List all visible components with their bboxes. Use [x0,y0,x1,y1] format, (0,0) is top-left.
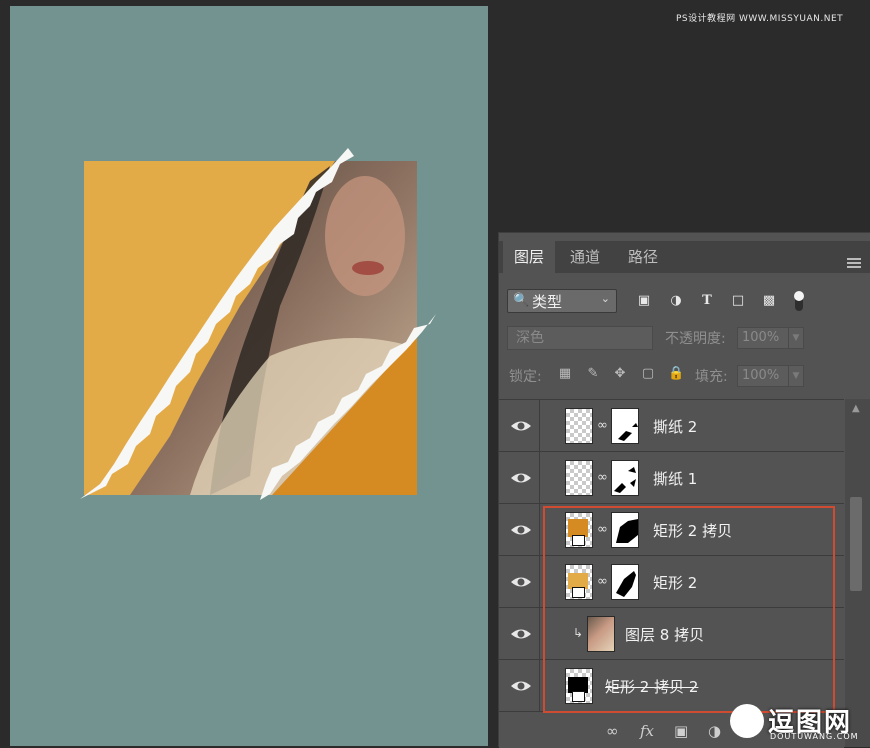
lock-artboard-icon[interactable]: ▢ [640,366,656,382]
layer-thumbnail[interactable] [565,564,593,600]
eye-column-divider [539,504,540,555]
filter-type-select[interactable]: 🔍 类型 ⌄ [507,289,617,313]
shape-layer-icon [572,691,585,702]
layer-name[interactable]: 图层 8 拷贝 [625,624,704,645]
layer-mask-thumbnail[interactable] [611,460,639,496]
layer-row[interactable]: ∞ 撕纸 2 [499,400,844,452]
eye-icon[interactable] [510,469,532,487]
document-canvas[interactable] [10,6,488,746]
shape-layer-icon [572,587,585,598]
scroll-up-icon[interactable]: ▲ [852,403,860,414]
chevron-down-icon: ⌄ [600,292,610,305]
eye-icon[interactable] [510,573,532,591]
watermark-logo-icon [730,704,764,738]
opacity-input[interactable]: 100% [737,327,789,349]
lock-position-icon[interactable]: ✥ [612,366,628,382]
layer-row[interactable]: ∞ 矩形 2 [499,556,844,608]
layer-thumbnail[interactable] [565,512,593,548]
eye-icon[interactable] [510,677,532,695]
eye-column-divider [539,452,540,503]
layer-thumbnail[interactable] [565,408,593,444]
watermark-subtitle: DOUTUWANG.COM [770,732,859,741]
search-icon: 🔍 [513,293,530,308]
link-icon[interactable]: ∞ [597,573,608,591]
eye-column-divider [539,400,540,451]
lock-all-icon[interactable]: 🔒 [668,366,684,382]
panel-menu-icon[interactable] [847,258,861,268]
fill-input[interactable]: 100% [737,365,789,387]
layer-name[interactable]: 矩形 2 拷贝 2 [605,676,698,697]
lips [352,261,384,275]
lock-transparent-icon[interactable]: ▦ [557,366,573,382]
filter-type-label: 类型 [532,293,563,311]
mask-shape [614,467,636,493]
adjustment-filter-icon[interactable]: ◑ [667,292,685,310]
eye-icon[interactable] [510,417,532,435]
layer-name[interactable]: 矩形 2 拷贝 [653,520,732,541]
layer-thumbnail[interactable] [565,668,593,704]
adjustment-layer-icon[interactable]: ◑ [708,722,721,740]
face [325,176,405,296]
link-icon[interactable]: ∞ [597,417,608,435]
filter-toggle[interactable] [794,291,804,311]
layer-list-scrollbar[interactable]: ▲ [845,399,870,747]
filter-row: 🔍 类型 ⌄ ▣ ◑ T □ ▩ [499,283,870,317]
clipping-mask-icon: ↳ [573,626,584,640]
panel-tabbar: 图层 通道 路径 [499,241,870,273]
eye-column-divider [539,660,540,711]
layer-thumbnail[interactable] [565,460,593,496]
mask-shape [616,519,638,543]
fill-label: 填充: [695,369,728,385]
eye-icon[interactable] [510,521,532,539]
layer-list: ∞ 撕纸 2 ∞ 撕纸 1 ∞ 矩形 2 拷贝 ∞ 矩形 2 ↳ 图层 8 拷贝… [499,399,844,748]
eye-column-divider [539,608,540,659]
scroll-thumb[interactable] [850,497,862,591]
lock-label: 锁定: [509,369,542,385]
artwork [80,148,436,500]
layer-name[interactable]: 矩形 2 [653,572,697,593]
blend-mode-select[interactable]: 深色 [507,326,653,350]
shape-layer-icon [572,535,585,546]
fill-dropdown[interactable]: ▼ [788,365,804,387]
mask-shape [616,571,636,597]
opacity-label: 不透明度: [665,331,726,347]
layers-panel: 图层 通道 路径 🔍 类型 ⌄ ▣ ◑ T □ ▩ 深色 不透明度: 100% … [498,232,870,748]
layer-row[interactable]: ↳ 图层 8 拷贝 [499,608,844,660]
lock-row: 锁定: ▦ ✎ ✥ ▢ 🔒 填充: 100% ▼ [499,361,870,391]
layer-row[interactable]: ∞ 矩形 2 拷贝 [499,504,844,556]
watermark-text: PS设计教程网 WWW.MISSYUAN.NET [676,14,844,24]
layer-mask-thumbnail[interactable] [611,408,639,444]
blend-row: 深色 不透明度: 100% ▼ [499,323,870,353]
eye-column-divider [539,556,540,607]
tab-channels[interactable]: 通道 [557,241,613,273]
tab-paths[interactable]: 路径 [615,241,671,273]
layer-row[interactable]: ∞ 撕纸 1 [499,452,844,504]
shape-filter-icon[interactable]: □ [729,292,747,310]
layer-name[interactable]: 撕纸 1 [653,468,697,489]
type-filter-icon[interactable]: T [698,292,716,310]
image-filter-icon[interactable]: ▣ [635,292,653,310]
layer-mask-thumbnail[interactable] [611,512,639,548]
lock-paint-icon[interactable]: ✎ [585,366,601,382]
link-icon[interactable]: ∞ [597,521,608,539]
smart-object-filter-icon[interactable]: ▩ [760,292,778,310]
watermark-badge: 逗图网 DOUTUWANG.COM [726,700,866,746]
tab-layers[interactable]: 图层 [503,241,555,273]
layer-thumbnail[interactable] [587,616,615,652]
layer-name[interactable]: 撕纸 2 [653,416,697,437]
eye-icon[interactable] [510,625,532,643]
opacity-dropdown[interactable]: ▼ [788,327,804,349]
fx-icon[interactable]: fx [640,722,654,740]
mask-shape [618,423,638,441]
link-layers-icon[interactable]: ∞ [606,722,619,740]
add-mask-icon[interactable]: ▣ [674,722,688,740]
layer-mask-thumbnail[interactable] [611,564,639,600]
link-icon[interactable]: ∞ [597,469,608,487]
